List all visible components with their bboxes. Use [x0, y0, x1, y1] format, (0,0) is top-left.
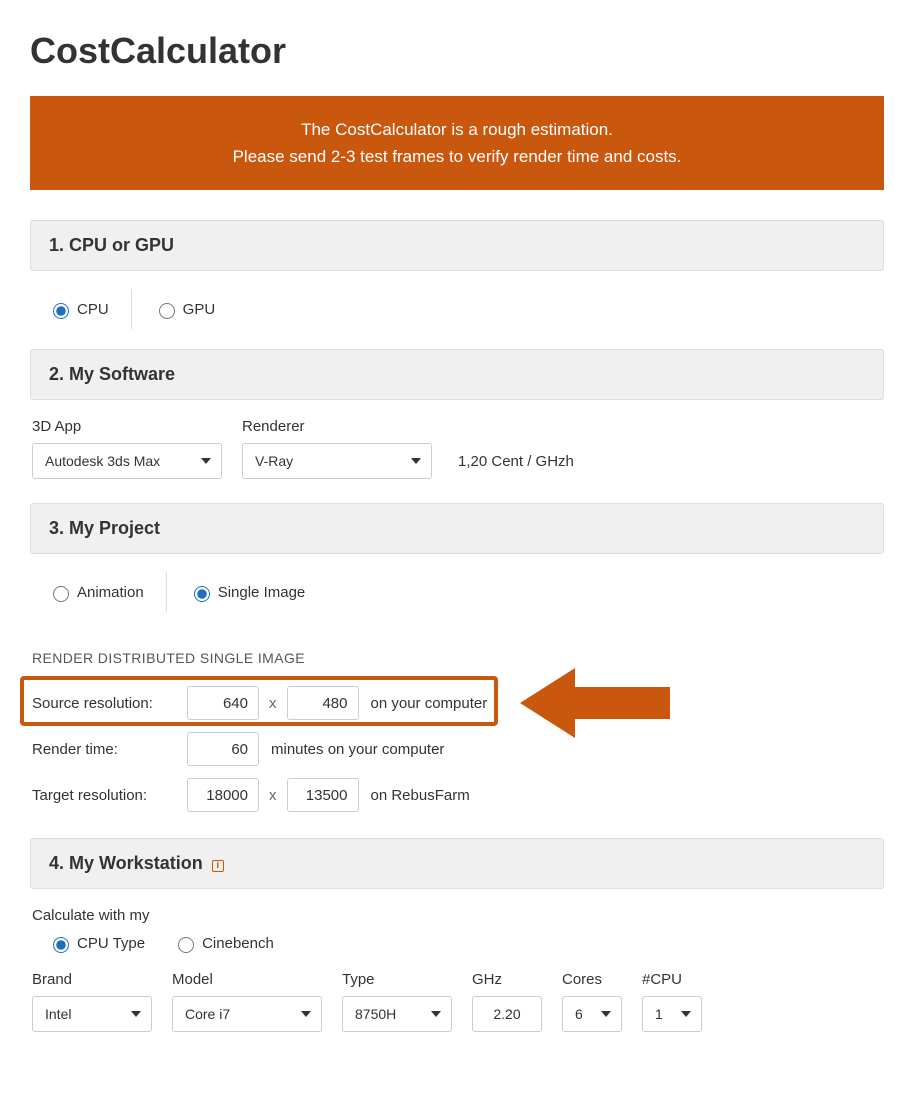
radio-single-image[interactable]: Single Image	[189, 583, 306, 602]
radio-animation-label: Animation	[77, 584, 144, 601]
calculate-with-label: Calculate with my	[32, 907, 884, 924]
x-separator: x	[269, 787, 277, 804]
radio-cinebench-input[interactable]	[178, 937, 194, 953]
select-renderer[interactable]: V-Ray	[242, 443, 432, 479]
radio-gpu-input[interactable]	[159, 303, 175, 319]
radio-cpu-type-label: CPU Type	[77, 935, 145, 952]
type-label: Type	[342, 971, 452, 988]
section-3-header: 3. My Project	[30, 503, 884, 554]
info-banner: The CostCalculator is a rough estimation…	[30, 96, 884, 190]
radio-gpu[interactable]: GPU	[154, 300, 216, 319]
banner-line2: Please send 2-3 test frames to verify re…	[50, 143, 864, 170]
render-time-label: Render time:	[32, 741, 177, 758]
price-text: 1,20 Cent / GHzh	[458, 453, 574, 470]
radio-cpu-input[interactable]	[53, 303, 69, 319]
cores-label: Cores	[562, 971, 622, 988]
radio-cpu-type[interactable]: CPU Type	[48, 934, 145, 953]
radio-cpu-type-input[interactable]	[53, 937, 69, 953]
section-1-header: 1. CPU or GPU	[30, 220, 884, 271]
banner-line1: The CostCalculator is a rough estimation…	[50, 116, 864, 143]
section-2-header: 2. My Software	[30, 349, 884, 400]
radio-cpu[interactable]: CPU	[48, 300, 109, 319]
radio-cpu-label: CPU	[77, 301, 109, 318]
section-4-header: 4. My Workstation i	[30, 838, 884, 889]
renderer-label: Renderer	[242, 418, 432, 435]
brand-label: Brand	[32, 971, 152, 988]
select-model[interactable]: Core i7	[172, 996, 322, 1032]
target-height-input[interactable]	[287, 778, 359, 812]
app-label: 3D App	[32, 418, 222, 435]
divider	[131, 289, 132, 329]
radio-single-image-label: Single Image	[218, 584, 306, 601]
select-brand[interactable]: Intel	[32, 996, 152, 1032]
ghz-input[interactable]	[472, 996, 542, 1032]
model-label: Model	[172, 971, 322, 988]
x-separator: x	[269, 695, 277, 712]
section-4-header-text: 4. My Workstation	[49, 853, 203, 873]
render-time-input[interactable]	[187, 732, 259, 766]
ncpu-label: #CPU	[642, 971, 702, 988]
source-height-input[interactable]	[287, 686, 359, 720]
source-resolution-label: Source resolution:	[32, 695, 177, 712]
target-resolution-label: Target resolution:	[32, 787, 177, 804]
select-ncpu[interactable]: 1	[642, 996, 702, 1032]
radio-animation[interactable]: Animation	[48, 583, 144, 602]
radio-cinebench-label: Cinebench	[202, 935, 274, 952]
render-subheading: RENDER DISTRIBUTED SINGLE IMAGE	[32, 650, 884, 666]
page-title: CostCalculator	[30, 30, 884, 72]
render-time-suffix: minutes on your computer	[271, 741, 444, 758]
select-type[interactable]: 8750H	[342, 996, 452, 1032]
radio-gpu-label: GPU	[183, 301, 216, 318]
ghz-label: GHz	[472, 971, 542, 988]
select-3d-app[interactable]: Autodesk 3ds Max	[32, 443, 222, 479]
radio-single-image-input[interactable]	[194, 586, 210, 602]
source-suffix: on your computer	[371, 695, 488, 712]
radio-cinebench[interactable]: Cinebench	[173, 934, 274, 953]
radio-animation-input[interactable]	[53, 586, 69, 602]
select-cores[interactable]: 6	[562, 996, 622, 1032]
info-icon[interactable]: i	[212, 860, 224, 872]
target-suffix: on RebusFarm	[371, 787, 470, 804]
source-width-input[interactable]	[187, 686, 259, 720]
divider	[166, 572, 167, 612]
target-width-input[interactable]	[187, 778, 259, 812]
